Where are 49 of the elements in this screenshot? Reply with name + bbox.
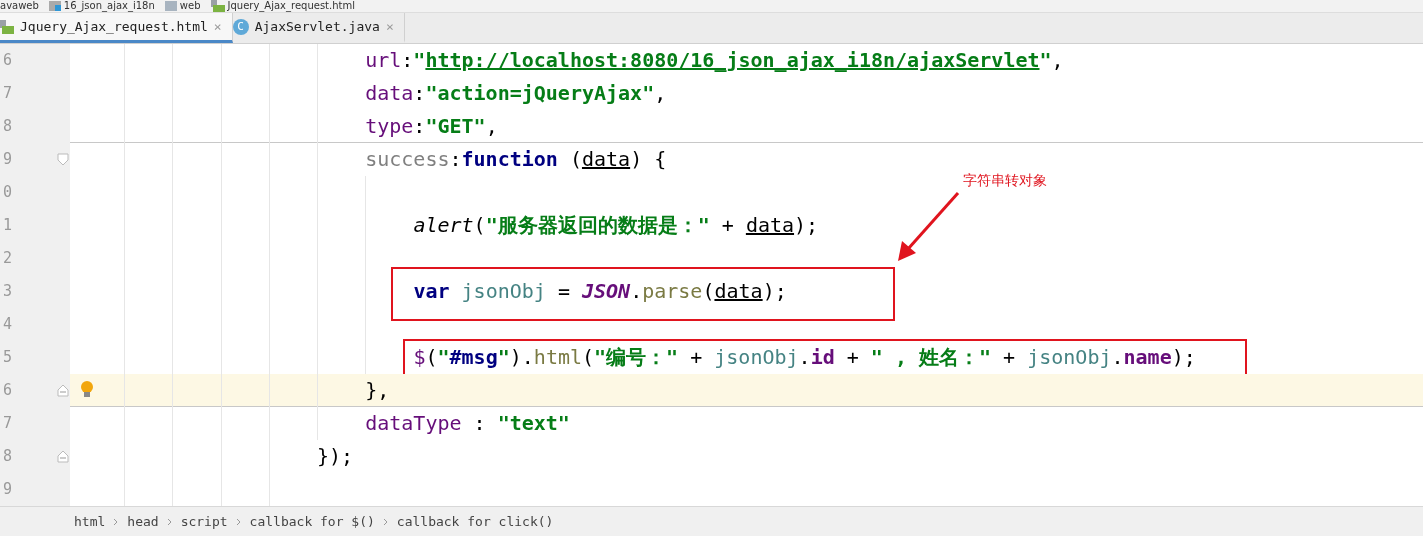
line-number: 8: [2, 116, 12, 137]
breadcrumb-item[interactable]: Jquery_Ajax_request.html: [227, 0, 355, 12]
code-line: $("#msg").html("编号：" + jsonObj.id + " , 姓名：" + jsonObj.name);: [413, 344, 1196, 371]
fold-marker-icon[interactable]: [57, 450, 69, 463]
file-tab[interactable]: Jquery_Ajax_request.html ×: [0, 13, 233, 43]
breadcrumb-item[interactable]: callback for $(): [249, 514, 375, 529]
line-number: 6: [2, 380, 12, 401]
breadcrumb-item[interactable]: script: [180, 514, 228, 529]
line-number: 2: [2, 248, 12, 269]
annotation-label: 字符串转对象: [963, 172, 1047, 190]
line-number: 4: [2, 314, 12, 335]
code-line: var jsonObj = JSON.parse(data);: [413, 278, 787, 305]
breadcrumb-item[interactable]: head: [127, 514, 159, 529]
line-number: 7: [2, 83, 12, 104]
folder-icon: [164, 1, 177, 11]
breadcrumb-item[interactable]: avaweb: [0, 0, 39, 12]
code-line: dataType : "text": [365, 410, 570, 437]
line-number: 6: [2, 50, 12, 71]
breadcrumb-item[interactable]: callback for click(): [396, 514, 554, 529]
line-number: 9: [2, 149, 12, 170]
breadcrumb-item[interactable]: html: [74, 514, 106, 529]
code-line: url:"http://localhost:8080/16_json_ajax_i18n/ajaxServlet",: [365, 47, 1064, 74]
lightbulb-icon[interactable]: [80, 380, 94, 398]
line-number: 3: [2, 281, 12, 302]
fold-marker-icon[interactable]: [57, 384, 69, 397]
line-number: 1: [2, 215, 12, 236]
annotation-arrow: [896, 191, 960, 263]
chevron-icon: [235, 516, 242, 527]
line-number: 0: [2, 182, 12, 203]
chevron-icon: [113, 516, 120, 527]
breadcrumb-item[interactable]: 16_json_ajax_i18n: [63, 0, 155, 12]
module-icon: [48, 1, 61, 11]
line-number: 7: [2, 413, 12, 434]
code-line: },: [365, 377, 390, 404]
fold-marker-icon[interactable]: [57, 153, 69, 166]
code-line: success:function (data) {: [365, 146, 667, 173]
chevron-icon: [166, 516, 173, 527]
code-line: });: [317, 443, 354, 470]
code-line: data:"action=jQueryAjax",: [365, 80, 667, 107]
line-number: 8: [2, 446, 12, 467]
html-file-icon: [210, 0, 225, 12]
file-tab[interactable]: C AjaxServlet.java ×: [232, 13, 405, 43]
html-file-icon: [0, 19, 14, 34]
line-number: 5: [2, 347, 12, 368]
line-number: 9: [2, 479, 12, 500]
code-line: alert("服务器返回的数据是：" + data);: [413, 212, 819, 239]
code-line: type:"GET",: [365, 113, 498, 140]
chevron-icon: [382, 516, 389, 527]
breadcrumb-item[interactable]: web: [179, 0, 201, 12]
